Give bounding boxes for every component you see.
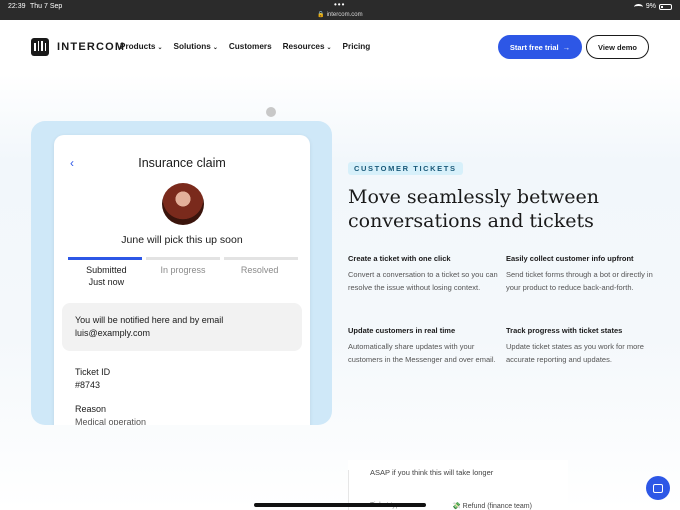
ticket-progress [68, 257, 298, 260]
ticket-mockup: ‹ Insurance claim June will pick this up… [54, 135, 310, 425]
status-bar: 22:39 Thu 7 Sep ••• 🔒 intercom.com 9% [0, 0, 680, 20]
feature-body: Automatically share updates with your cu… [348, 342, 496, 364]
pickup-text: June will pick this up soon [121, 234, 243, 246]
battery-percent: 9% [645, 3, 656, 10]
feature-title: Track progress with ticket states [506, 326, 623, 335]
notify-card: You will be notified here and by email l… [62, 303, 302, 351]
intercom-logo-icon [31, 38, 49, 56]
arrow-right-icon: → [562, 42, 571, 52]
start-free-trial-button[interactable]: Start free trial → [498, 35, 582, 59]
nav-links: Products ⌄ Solutions ⌄ Customers Resources… [120, 42, 370, 51]
carousel-dot[interactable] [266, 107, 276, 117]
feature-title: Create a ticket with one click [348, 254, 451, 263]
messenger-launcher-button[interactable] [646, 476, 670, 500]
logo-text: INTERCOM [57, 41, 126, 53]
reason-value: Medical operation [75, 417, 147, 425]
nav-item-resources[interactable]: Resources ⌄ [283, 42, 332, 51]
chevron-down-icon: ⌄ [212, 45, 218, 51]
feature-item: Easily collect customer info upfront Sen… [506, 254, 656, 294]
view-demo-button[interactable]: View demo [586, 35, 649, 59]
step-in-progress: In progress [160, 265, 206, 275]
feature-item: Create a ticket with one click Convert a… [348, 254, 498, 294]
agent-avatar [162, 183, 204, 225]
chat-icon [653, 483, 663, 493]
nav-item-solutions[interactable]: Solutions ⌄ [174, 42, 218, 51]
ticket-id-value: #8743 [75, 380, 101, 390]
feature-body: Convert a conversation to a ticket so yo… [348, 270, 498, 292]
section-headline: Move seamlessly between conversations an… [348, 186, 599, 232]
step-resolved: Resolved [240, 265, 279, 275]
feature-title: Easily collect customer info upfront [506, 254, 634, 263]
status-date: Thu 7 Sep [30, 3, 63, 10]
more-dots-icon[interactable]: ••• [334, 0, 345, 9]
wifi-icon [633, 3, 643, 10]
logo[interactable]: INTERCOM [31, 38, 125, 56]
step-submitted: Submitted Just now [68, 265, 145, 287]
reason-label: Reason [75, 404, 107, 414]
ticket-steps: Submitted Just now In progress Resolved [68, 265, 298, 287]
progress-segment [224, 257, 298, 260]
battery-icon [659, 3, 672, 10]
url-text: intercom.com [326, 12, 363, 18]
ticket-title: Insurance claim [138, 156, 226, 170]
phone-mockup-frame: ‹ Insurance claim June will pick this up… [31, 121, 332, 425]
step-time: Just now [88, 277, 125, 287]
nav-item-products[interactable]: Products ⌄ [120, 42, 163, 51]
feature-body: Update ticket states as you work for mor… [506, 342, 644, 364]
mockup-text: ASAP if you think this will take longer [370, 468, 494, 477]
home-indicator[interactable] [254, 503, 426, 507]
section-badge: CUSTOMER TICKETS [348, 162, 463, 175]
nav-item-pricing[interactable]: Pricing [343, 42, 371, 51]
feature-body: Send ticket forms through a bot or direc… [506, 270, 653, 292]
notify-email: luis@examply.com [75, 328, 150, 338]
notify-text: You will be notified here and by email [75, 315, 224, 325]
feature-item: Track progress with ticket states Update… [506, 326, 656, 366]
ticket-type-value: 💸 Refund (finance team) [452, 503, 532, 510]
chevron-down-icon: ⌄ [326, 45, 332, 51]
money-icon: 💸 [452, 503, 461, 510]
url-bar[interactable]: 🔒 intercom.com [0, 11, 680, 18]
nav-item-customers[interactable]: Customers [229, 42, 272, 51]
ticket-id-label: Ticket ID [75, 367, 111, 377]
feature-item: Update customers in real time Automatica… [348, 326, 498, 366]
lock-icon: 🔒 [317, 12, 325, 18]
status-time: 22:39 [8, 3, 26, 10]
progress-segment [146, 257, 220, 260]
progress-segment [68, 257, 142, 260]
top-nav: INTERCOM Products ⌄ Solutions ⌄ Customers … [0, 20, 680, 74]
chevron-down-icon: ⌄ [157, 45, 163, 51]
feature-title: Update customers in real time [348, 326, 456, 335]
